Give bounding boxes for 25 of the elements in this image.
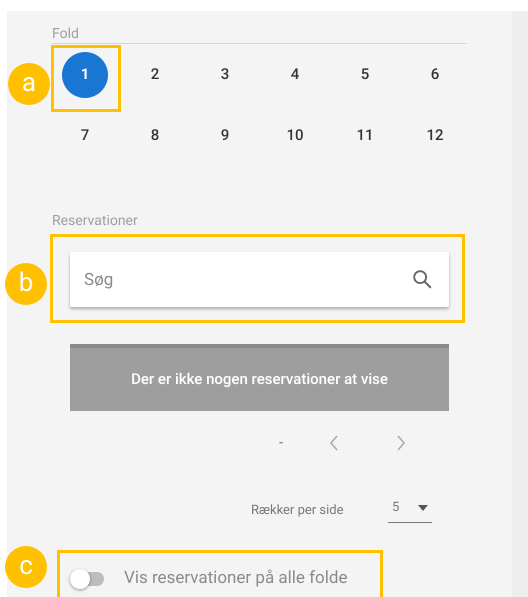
fold-number-button[interactable]: 12 <box>412 112 458 158</box>
highlight-frame <box>51 45 121 112</box>
fold-number-button[interactable]: 5 <box>342 52 388 98</box>
section-label: Fold <box>52 24 467 44</box>
fold-number-button[interactable]: 2 <box>132 52 178 98</box>
fold-number-button[interactable]: 9 <box>202 112 248 158</box>
fold-number-button[interactable]: 6 <box>412 52 458 98</box>
caret-icon <box>418 504 428 510</box>
section-label: Reservationer <box>52 212 138 230</box>
toggle-switch[interactable] <box>70 568 106 590</box>
fold-number-button[interactable]: 10 <box>272 112 318 158</box>
rows-per-page-select[interactable]: 5 <box>388 493 432 523</box>
fold-number-button[interactable]: 11 <box>342 112 388 158</box>
search-field[interactable]: Søg <box>70 252 449 307</box>
page-range: - <box>278 434 284 452</box>
rows-per-page-label: Rækker per side <box>251 502 344 520</box>
fold-number-button[interactable]: 8 <box>132 112 178 158</box>
fold-number-button[interactable]: 7 <box>62 112 108 158</box>
fold-number-button[interactable]: 4 <box>272 52 318 98</box>
search-icon[interactable] <box>411 268 433 290</box>
toggle-label: Vis reservationer på alle folde <box>124 567 348 590</box>
next-page-icon[interactable] <box>395 434 407 452</box>
previous-page-icon[interactable] <box>328 434 340 452</box>
empty-message-banner: Der er ikke nogen reservationer at vise <box>70 344 449 411</box>
fold-number-button[interactable]: 3 <box>202 52 248 98</box>
